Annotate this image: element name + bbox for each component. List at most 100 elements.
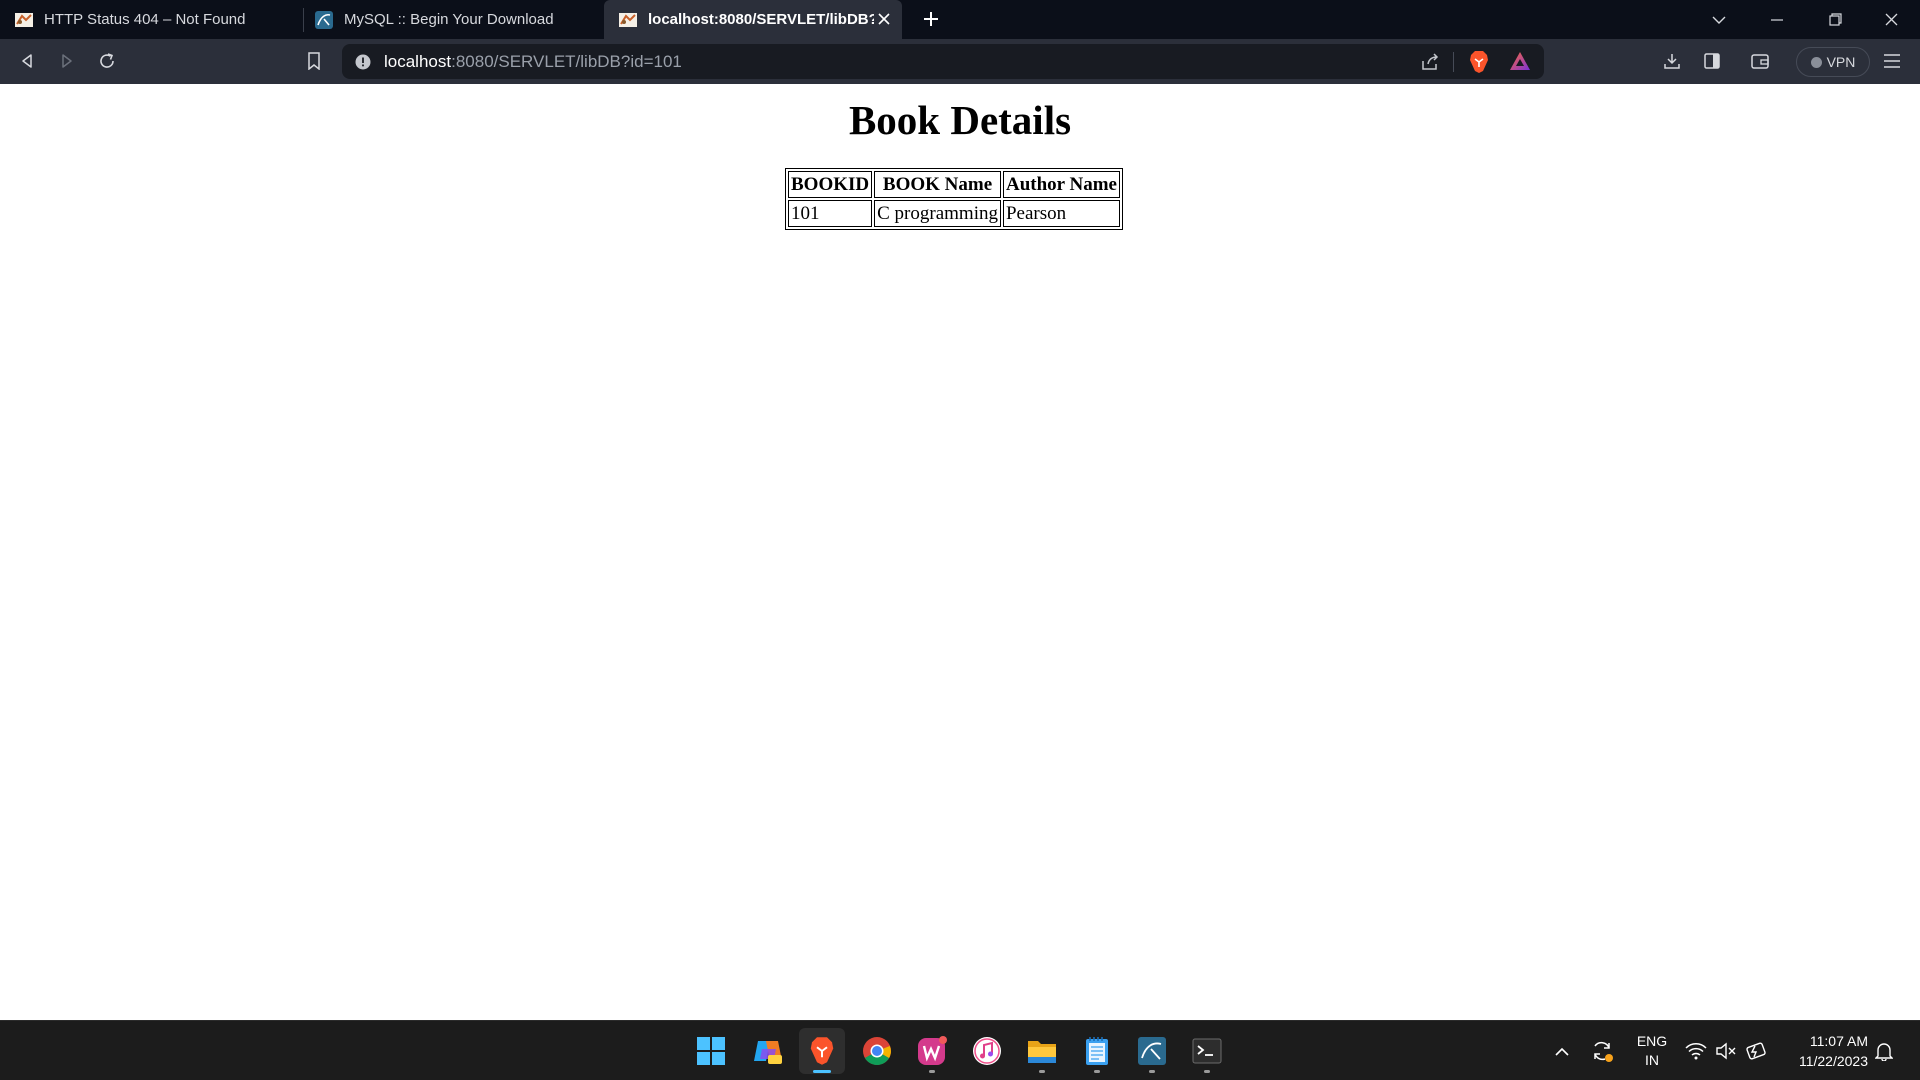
taskbar-notepad[interactable] xyxy=(1074,1028,1120,1074)
region-code: IN xyxy=(1645,1052,1659,1068)
browser-toolbar: localhost:8080/SERVLET/libDB?id=101 VPN xyxy=(0,39,1920,84)
chevron-down-icon xyxy=(1712,16,1726,24)
brave-rewards-icon[interactable] xyxy=(1509,51,1531,71)
running-indicator xyxy=(1204,1070,1210,1073)
tomcat-icon xyxy=(15,12,33,27)
book-details-table: BOOKID BOOK Name Author Name 101 C progr… xyxy=(785,168,1123,230)
brave-shields-icon[interactable] xyxy=(1468,50,1490,74)
back-button[interactable] xyxy=(11,45,43,77)
volume-muted-icon xyxy=(1716,1042,1736,1060)
taskbar-wps-office[interactable] xyxy=(909,1028,955,1074)
taskbar-chrome[interactable] xyxy=(854,1028,900,1074)
taskbar-mysql-workbench[interactable] xyxy=(1129,1028,1175,1074)
brave-icon xyxy=(810,1037,834,1065)
close-icon xyxy=(1885,13,1897,26)
forward-icon xyxy=(62,54,72,68)
clock-time: 11:07 AM xyxy=(1809,1033,1868,1049)
wallet-button[interactable] xyxy=(1744,45,1776,77)
mysql-workbench-icon xyxy=(1138,1037,1166,1065)
url-path: :8080/SERVLET/libDB?id=101 xyxy=(451,52,682,71)
download-icon xyxy=(1664,54,1680,69)
close-tab-icon[interactable] xyxy=(874,9,894,29)
minimize-button[interactable] xyxy=(1748,0,1806,39)
new-tab-button[interactable] xyxy=(916,4,946,34)
terminal-icon xyxy=(1192,1038,1222,1064)
input-language-indicator[interactable]: ENG IN xyxy=(1632,1032,1672,1070)
mysql-icon xyxy=(315,10,333,29)
taskbar-brave[interactable] xyxy=(799,1028,845,1074)
file-explorer-icon xyxy=(1028,1041,1056,1063)
windows-taskbar: ENG IN 11:07 AM 11/22/2023 xyxy=(0,1020,1920,1080)
reload-icon xyxy=(100,53,114,68)
hamburger-menu-icon xyxy=(1884,54,1900,68)
column-header-author-name: Author Name xyxy=(1002,171,1120,198)
cell-author-name: Pearson xyxy=(1002,200,1120,227)
itunes-icon xyxy=(973,1037,1001,1065)
reload-button[interactable] xyxy=(91,45,123,77)
sync-icon xyxy=(1594,1042,1613,1062)
running-indicator xyxy=(813,1070,831,1073)
sync-status-button[interactable] xyxy=(1588,1037,1616,1065)
url-text[interactable]: localhost:8080/SERVLET/libDB?id=101 xyxy=(384,52,682,72)
site-info-icon[interactable] xyxy=(355,54,371,70)
show-hidden-icons-button[interactable] xyxy=(1548,1037,1576,1065)
column-header-bookid: BOOKID xyxy=(788,171,873,198)
close-window-button[interactable] xyxy=(1862,0,1920,39)
wifi-icon xyxy=(1685,1043,1707,1060)
chevron-up-icon xyxy=(1555,1047,1569,1056)
minimize-icon xyxy=(1771,18,1783,21)
copilot-icon xyxy=(754,1041,782,1064)
wallet-icon xyxy=(1751,54,1769,69)
notepad-icon xyxy=(1086,1037,1108,1065)
vpn-label: VPN xyxy=(1826,54,1856,70)
language-code: ENG xyxy=(1636,1033,1668,1049)
running-indicator xyxy=(1039,1070,1045,1073)
start-button[interactable] xyxy=(688,1028,734,1074)
bookmark-icon xyxy=(308,52,320,70)
tab-mysql-download[interactable]: MySQL :: Begin Your Download xyxy=(300,0,600,39)
battery-charging-icon xyxy=(1746,1042,1766,1060)
browser-tab-strip: HTTP Status 404 – Not Found MySQL :: Beg… xyxy=(0,0,1920,39)
cell-book-name: C programming xyxy=(874,200,1001,227)
page-title: Book Details xyxy=(848,97,1072,143)
tab-title: MySQL :: Begin Your Download xyxy=(344,11,554,28)
sidebar-button[interactable] xyxy=(1696,45,1728,77)
taskbar-terminal[interactable] xyxy=(1184,1028,1230,1074)
volume-status[interactable] xyxy=(1712,1037,1740,1065)
wifi-status[interactable] xyxy=(1682,1037,1710,1065)
running-indicator xyxy=(929,1070,935,1073)
tab-title: localhost:8080/SERVLET/libDB?id=101 xyxy=(648,11,874,28)
address-bar[interactable]: localhost:8080/SERVLET/libDB?id=101 xyxy=(342,44,1544,79)
restore-icon xyxy=(1828,13,1842,26)
tab-http-404[interactable]: HTTP Status 404 – Not Found xyxy=(0,0,300,39)
chrome-icon xyxy=(863,1037,891,1065)
table-row: 101 C programming Pearson xyxy=(788,200,1120,227)
system-clock[interactable]: 11:07 AM 11/22/2023 xyxy=(1780,1031,1868,1071)
tab-libdb[interactable]: localhost:8080/SERVLET/libDB?id=101 xyxy=(604,0,902,39)
vpn-status-icon xyxy=(1810,56,1822,68)
start-icon xyxy=(697,1037,725,1065)
tab-search-button[interactable] xyxy=(1690,0,1748,39)
taskbar-itunes[interactable] xyxy=(964,1028,1010,1074)
share-icon[interactable] xyxy=(1420,52,1440,72)
downloads-button[interactable] xyxy=(1656,45,1688,77)
cell-bookid: 101 xyxy=(788,200,873,227)
back-icon xyxy=(22,54,32,68)
sidebar-icon xyxy=(1704,53,1720,69)
restore-button[interactable] xyxy=(1806,0,1864,39)
wps-office-icon xyxy=(918,1036,947,1065)
urlbar-divider xyxy=(1453,52,1454,72)
running-indicator xyxy=(1149,1070,1155,1073)
taskbar-file-explorer[interactable] xyxy=(1019,1028,1065,1074)
bell-icon xyxy=(1875,1043,1893,1061)
tomcat-icon xyxy=(619,12,637,27)
web-page: Book Details BOOKID BOOK Name Author Nam… xyxy=(0,84,1920,1020)
notifications-button[interactable] xyxy=(1870,1037,1898,1065)
forward-button[interactable] xyxy=(51,45,83,77)
battery-status[interactable] xyxy=(1742,1037,1770,1065)
bookmark-button[interactable] xyxy=(298,45,330,77)
taskbar-copilot[interactable] xyxy=(745,1028,791,1074)
vpn-button[interactable]: VPN xyxy=(1796,47,1870,77)
main-menu-button[interactable] xyxy=(1876,45,1908,77)
clock-date: 11/22/2023 xyxy=(1798,1053,1868,1069)
